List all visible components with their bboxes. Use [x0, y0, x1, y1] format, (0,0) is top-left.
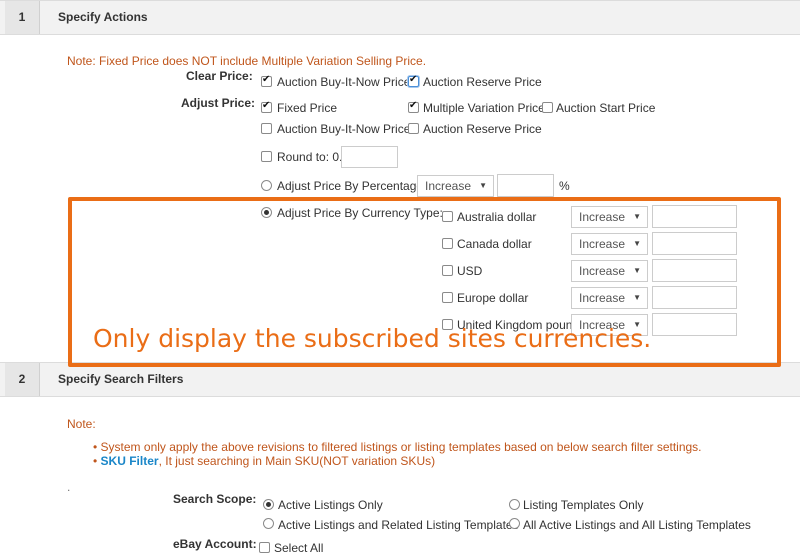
section-title: Specify Actions — [58, 10, 148, 24]
scope-templates-radio[interactable] — [509, 499, 520, 510]
clear-auction-bin-label: Auction Buy-It-Now Price — [277, 75, 411, 89]
ebay-account-label: eBay Account: — [173, 537, 257, 551]
bullet-text: System only apply the above revisions to… — [100, 440, 702, 454]
adjust-auction-bin-label: Auction Buy-It-Now Price — [277, 122, 411, 136]
adjust-fixed-price-checkbox[interactable] — [261, 100, 272, 113]
percent-unit: % — [559, 179, 570, 193]
fixed-price-note: Note: Fixed Price does NOT include Multi… — [67, 54, 427, 68]
adjust-auction-bin-checkbox[interactable] — [261, 123, 272, 134]
adjust-auction-reserve-checkbox[interactable] — [408, 123, 419, 134]
select-all-accounts-checkbox[interactable] — [259, 542, 270, 553]
adjust-fixed-price-label: Fixed Price — [277, 101, 338, 115]
clear-auction-reserve-checkbox[interactable] — [408, 74, 419, 87]
chevron-down-icon: ▼ — [479, 181, 487, 190]
section-header-search-filters: 2 Specify Search Filters — [0, 362, 800, 397]
select-all-accounts-label: Select All — [274, 541, 324, 555]
clear-price-label: Clear Price: — [186, 69, 253, 83]
scope-all-label: All Active Listings and All Listing Temp… — [523, 518, 751, 532]
round-to-checkbox[interactable] — [261, 151, 272, 162]
scope-templates-label: Listing Templates Only — [523, 498, 644, 512]
bullet-item: • SKU Filter, It just searching in Main … — [93, 454, 435, 468]
adjust-auction-start-label: Auction Start Price — [556, 101, 656, 115]
search-scope-label: Search Scope: — [173, 492, 257, 506]
section-number: 2 — [5, 363, 40, 396]
scope-active-listings-label: Active Listings Only — [278, 498, 383, 512]
scope-active-listings-radio[interactable] — [263, 499, 274, 510]
section-number: 1 — [5, 1, 40, 34]
adjust-auction-start-checkbox[interactable] — [542, 102, 553, 113]
adjust-price-label: Adjust Price: — [181, 96, 256, 110]
scope-all-radio[interactable] — [509, 518, 520, 529]
clear-auction-bin-checkbox[interactable] — [261, 74, 272, 87]
bullet-icon: • — [93, 440, 101, 454]
scope-active-related-radio[interactable] — [263, 518, 274, 529]
adjust-multi-variation-label: Multiple Variation Price — [423, 101, 545, 115]
bullet-text: , It just searching in Main SKU(NOT vari… — [158, 454, 436, 468]
adjust-auction-reserve-label: Auction Reserve Price — [423, 122, 542, 136]
section-header-actions: 1 Specify Actions — [0, 0, 800, 35]
section-title: Specify Search Filters — [58, 372, 184, 386]
adjust-by-percentage-radio[interactable] — [261, 180, 272, 191]
clear-auction-reserve-label: Auction Reserve Price — [423, 75, 542, 89]
adjust-by-percentage-label: Adjust Price By Percentage — [277, 179, 424, 193]
annotation-text: Only display the subscribed sites curren… — [93, 324, 652, 353]
round-to-label: Round to: 0. — [277, 150, 343, 164]
bullet-icon: • — [93, 454, 101, 468]
adjust-multi-variation-checkbox[interactable] — [408, 100, 419, 113]
sku-filter-link[interactable]: SKU Filter — [101, 454, 159, 468]
search-filter-note: Note: — [67, 417, 96, 431]
percentage-direction-value: Increase — [425, 179, 472, 193]
stray-dot: . — [67, 480, 71, 494]
round-to-input[interactable] — [341, 146, 398, 168]
percentage-value-input[interactable] — [497, 174, 554, 197]
bullet-item: • System only apply the above revisions … — [93, 440, 702, 454]
percentage-direction-select[interactable]: Increase ▼ — [417, 175, 494, 197]
scope-active-related-label: Active Listings and Related Listing Temp… — [278, 518, 519, 532]
